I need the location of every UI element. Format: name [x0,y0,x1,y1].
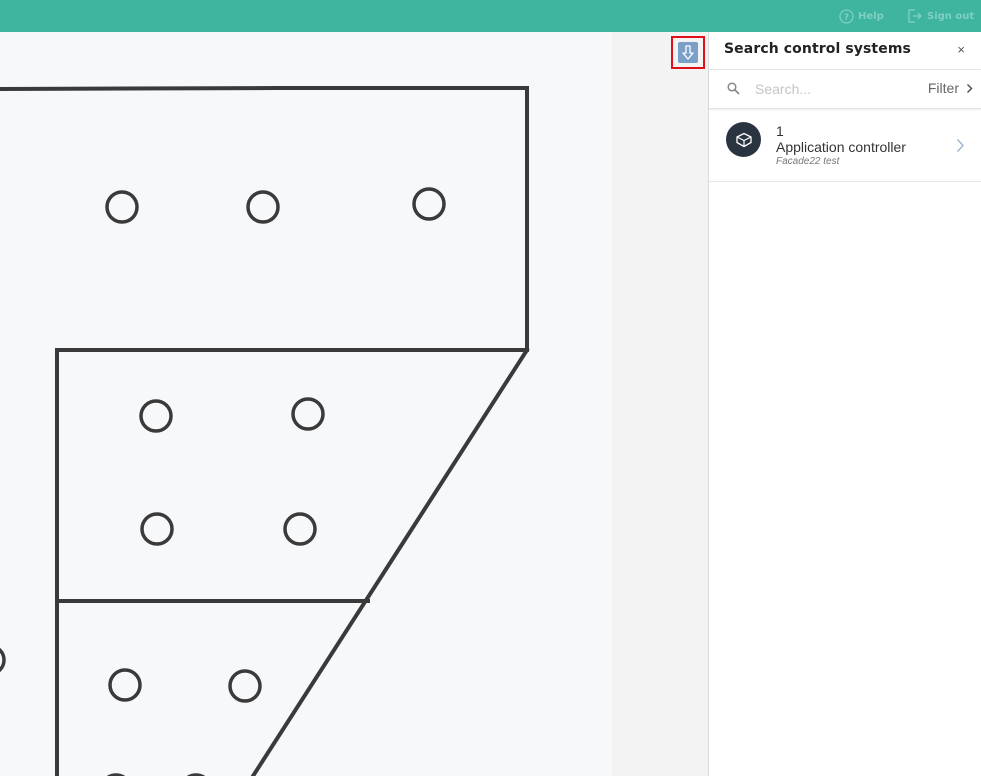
help-link[interactable]: ? Help [839,8,884,24]
panel-title: Search control systems [724,41,911,57]
result-item[interactable]: 1 Application controller Facade22 test [709,112,981,182]
sign-out-label: Sign out [927,10,975,22]
top-bar: ? Help Sign out [0,0,981,32]
sign-out-link[interactable]: Sign out [907,8,974,24]
svg-text:?: ? [844,13,849,23]
help-circle-icon: ? [839,8,854,24]
drawing-hole [412,187,446,221]
search-bar: Filter [709,70,981,109]
box-icon [735,132,752,147]
search-control-systems-panel: Search control systems × Filter 1 Applic… [708,32,981,776]
drawing-hole [105,190,139,224]
arrow-down-icon [682,45,694,60]
canvas-gutter [612,32,708,776]
drawing-hole [140,512,174,546]
facade-drawing [0,86,530,776]
search-input[interactable] [753,79,907,99]
filter-button[interactable]: Filter [928,80,973,96]
drawing-hole [108,668,142,702]
drawing-hole [139,399,173,433]
drawing-hole [246,190,280,224]
facade-drawing-canvas[interactable] [0,32,612,776]
export-button-face [678,42,698,63]
chevron-right-icon [956,138,965,153]
result-subtitle: Facade22 test [776,156,840,167]
drawing-outline-top [0,86,529,352]
help-label: Help [858,10,884,22]
sign-out-icon [908,9,922,23]
filter-label: Filter [927,80,959,96]
search-icon [727,82,740,95]
avatar [726,122,761,157]
chevron-right-icon [966,83,973,93]
drawing-hole [291,397,325,431]
result-title: Application controller [776,139,906,155]
result-number: 1 [776,123,784,139]
drawing-hole [283,512,317,546]
panel-header: Search control systems × [709,32,981,70]
close-button[interactable]: × [957,42,965,57]
export-button[interactable] [671,36,705,69]
drawing-hole [228,669,262,703]
drawing-hole [0,647,6,673]
